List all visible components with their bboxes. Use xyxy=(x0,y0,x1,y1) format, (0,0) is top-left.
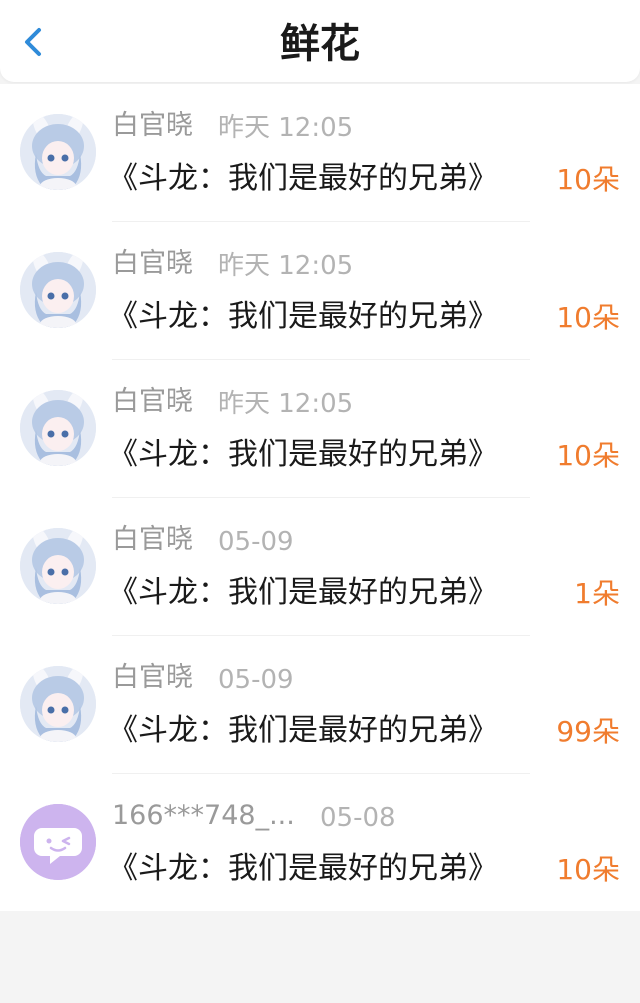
anime-avatar[interactable] xyxy=(20,390,96,466)
username: 166***748_... xyxy=(112,800,295,831)
list-item[interactable]: 白官晓 昨天 12:05 《斗龙：我们是最好的兄弟》 10朵 xyxy=(0,84,640,222)
list-item[interactable]: 白官晓 昨天 12:05 《斗龙：我们是最好的兄弟》 10朵 xyxy=(0,222,640,360)
list-item[interactable]: 166***748_... 05-08 《斗龙：我们是最好的兄弟》 10朵 xyxy=(0,774,640,912)
timestamp: 昨天 12:05 xyxy=(218,389,354,419)
username: 白官晓 xyxy=(112,524,193,555)
anime-avatar[interactable] xyxy=(20,252,96,328)
timestamp: 昨天 12:05 xyxy=(218,113,354,143)
username: 白官晓 xyxy=(112,662,193,693)
flower-count: 10朵 xyxy=(556,439,620,472)
username: 白官晓 xyxy=(112,110,193,141)
message-text: 《斗龙：我们是最好的兄弟》 xyxy=(108,713,498,748)
username: 白官晓 xyxy=(112,248,193,279)
anime-avatar[interactable] xyxy=(20,666,96,742)
flower-count: 10朵 xyxy=(556,853,620,886)
message-text: 《斗龙：我们是最好的兄弟》 xyxy=(108,851,498,886)
page-title: 鲜花 xyxy=(280,21,360,67)
list-item[interactable]: 白官晓 05-09 《斗龙：我们是最好的兄弟》 99朵 xyxy=(0,636,640,774)
list-item[interactable]: 白官晓 昨天 12:05 《斗龙：我们是最好的兄弟》 10朵 xyxy=(0,360,640,498)
flower-list: 白官晓 昨天 12:05 《斗龙：我们是最好的兄弟》 10朵 白官晓 昨天 12… xyxy=(0,84,640,911)
timestamp: 05-08 xyxy=(320,803,396,833)
chat-bubble-avatar[interactable] xyxy=(20,804,96,880)
list-item[interactable]: 白官晓 05-09 《斗龙：我们是最好的兄弟》 1朵 xyxy=(0,498,640,636)
message-text: 《斗龙：我们是最好的兄弟》 xyxy=(108,437,498,472)
timestamp: 05-09 xyxy=(218,527,294,557)
message-text: 《斗龙：我们是最好的兄弟》 xyxy=(108,299,498,334)
username: 白官晓 xyxy=(112,386,193,417)
timestamp: 昨天 12:05 xyxy=(218,251,354,281)
timestamp: 05-09 xyxy=(218,665,294,695)
flower-count: 10朵 xyxy=(556,301,620,334)
anime-avatar[interactable] xyxy=(20,114,96,190)
anime-avatar[interactable] xyxy=(20,528,96,604)
message-text: 《斗龙：我们是最好的兄弟》 xyxy=(108,575,498,610)
message-text: 《斗龙：我们是最好的兄弟》 xyxy=(108,161,498,196)
flower-count: 1朵 xyxy=(574,577,620,610)
top-bar: 鲜花 xyxy=(0,0,640,82)
flower-count: 10朵 xyxy=(556,163,620,196)
flower-count: 99朵 xyxy=(556,715,620,748)
